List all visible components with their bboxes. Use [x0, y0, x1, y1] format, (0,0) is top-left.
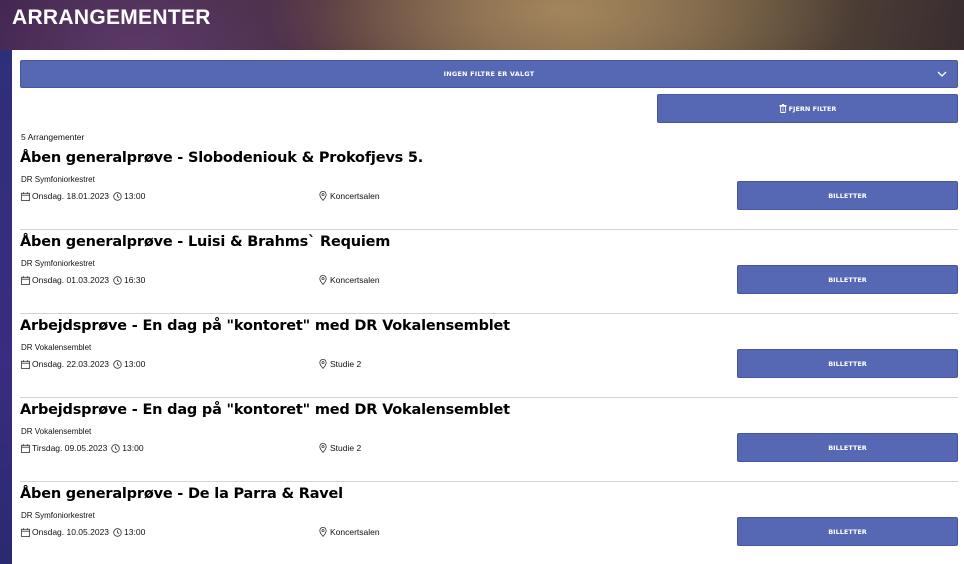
- tickets-button[interactable]: BILLETTER: [737, 349, 958, 378]
- event-date: Onsdag. 01.03.2023: [32, 275, 110, 285]
- event-item: Arbejdsprøve - En dag på "kontoret" med …: [20, 314, 958, 398]
- event-title[interactable]: Arbejdsprøve - En dag på "kontoret" med …: [20, 318, 510, 334]
- event-datetime: Onsdag. 01.03.2023 16:30: [21, 275, 145, 285]
- event-date: Onsdag. 22.03.2023: [32, 359, 110, 369]
- tickets-button[interactable]: BILLETTER: [737, 181, 958, 210]
- event-organizer: DR Vokalensemblet: [21, 343, 92, 352]
- tickets-button[interactable]: BILLETTER: [737, 517, 958, 546]
- event-datetime: Onsdag. 22.03.2023 13:00: [21, 359, 145, 369]
- tickets-button[interactable]: BILLETTER: [737, 265, 958, 294]
- event-title[interactable]: Åben generalprøve - Luisi & Brahms` Requ…: [20, 234, 390, 250]
- results-count: 5 Arrangementer: [21, 132, 85, 142]
- location-pin-icon: [319, 359, 327, 369]
- event-organizer: DR Symfoniorkestret: [21, 511, 95, 520]
- tickets-button[interactable]: BILLETTER: [737, 433, 958, 462]
- calendar-icon: [21, 191, 30, 201]
- clock-icon: [113, 275, 122, 285]
- event-organizer: DR Vokalensemblet: [21, 427, 92, 436]
- event-venue-label: Studie 2: [330, 443, 362, 453]
- event-venue: Studie 2: [319, 443, 361, 453]
- hero-side-stripe: [0, 50, 12, 564]
- event-item: Åben generalprøve - Slobodeniouk & Proko…: [20, 146, 958, 230]
- event-list: Åben generalprøve - Slobodeniouk & Proko…: [20, 146, 958, 564]
- calendar-icon: [21, 443, 30, 453]
- event-datetime: Tirsdag. 09.05.2023 13:00: [21, 443, 144, 453]
- event-date: Tirsdag. 09.05.2023: [32, 443, 108, 453]
- event-item: Arbejdsprøve - En dag på "kontoret" med …: [20, 398, 958, 482]
- clock-icon: [113, 191, 122, 201]
- location-pin-icon: [319, 443, 327, 453]
- event-venue: Studie 2: [319, 359, 361, 369]
- location-pin-icon: [319, 527, 327, 537]
- location-pin-icon: [319, 275, 327, 285]
- content-panel: INGEN FILTRE ER VALGT FJERN FILTER 5 Arr…: [12, 50, 964, 564]
- event-venue-label: Koncertsalen: [330, 527, 380, 537]
- event-time: 13:00: [122, 443, 144, 453]
- event-time: 16:30: [124, 275, 146, 285]
- calendar-icon: [21, 275, 30, 285]
- event-time: 13:00: [124, 359, 146, 369]
- event-item: Åben generalprøve - Luisi & Brahms` Requ…: [20, 230, 958, 314]
- event-date: Onsdag. 18.01.2023: [32, 191, 110, 201]
- remove-filter-label: FJERN FILTER: [788, 104, 837, 113]
- event-item: Åben generalprøve - De la Parra & Ravel …: [20, 482, 958, 564]
- event-title[interactable]: Åben generalprøve - Slobodeniouk & Proko…: [20, 150, 423, 166]
- remove-filter-button[interactable]: FJERN FILTER: [657, 94, 958, 123]
- event-time: 13:00: [124, 527, 146, 537]
- calendar-icon: [21, 359, 30, 369]
- clock-icon: [111, 443, 120, 453]
- event-date: Onsdag. 10.05.2023: [32, 527, 110, 537]
- event-datetime: Onsdag. 18.01.2023 13:00: [21, 191, 145, 201]
- chevron-down-icon: [937, 71, 947, 77]
- filter-dropdown[interactable]: INGEN FILTRE ER VALGT: [20, 60, 958, 88]
- event-venue-label: Studie 2: [330, 359, 362, 369]
- event-title[interactable]: Arbejdsprøve - En dag på "kontoret" med …: [20, 402, 510, 418]
- event-organizer: DR Symfoniorkestret: [21, 259, 95, 268]
- event-venue: Koncertsalen: [319, 275, 380, 285]
- event-datetime: Onsdag. 10.05.2023 13:00: [21, 527, 145, 537]
- clock-icon: [113, 359, 122, 369]
- page-title: ARRANGEMENTER: [12, 6, 211, 29]
- event-venue-label: Koncertsalen: [330, 275, 380, 285]
- trash-icon: [779, 104, 787, 113]
- event-venue-label: Koncertsalen: [330, 191, 380, 201]
- event-venue: Koncertsalen: [319, 527, 380, 537]
- event-organizer: DR Symfoniorkestret: [21, 175, 95, 184]
- calendar-icon: [21, 527, 30, 537]
- event-time: 13:00: [124, 191, 146, 201]
- filter-dropdown-label: INGEN FILTRE ER VALGT: [443, 70, 535, 78]
- location-pin-icon: [319, 191, 327, 201]
- event-venue: Koncertsalen: [319, 191, 380, 201]
- event-title[interactable]: Åben generalprøve - De la Parra & Ravel: [20, 486, 343, 502]
- clock-icon: [113, 527, 122, 537]
